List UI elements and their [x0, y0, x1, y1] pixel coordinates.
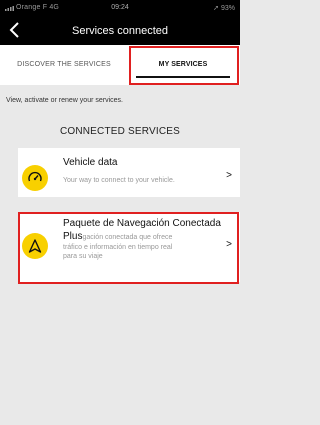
speedometer-icon — [28, 171, 42, 182]
status-time: 09:24 — [111, 4, 129, 11]
service-description-line1: gación conectada que ofrece — [82, 234, 173, 241]
tab-bar: DISCOVER THE SERVICES MY SERVICES — [0, 45, 240, 85]
battery-percent: 93% — [220, 5, 235, 12]
page-title: Services connected — [72, 25, 168, 37]
active-tab-indicator — [136, 76, 230, 78]
tab-my-services[interactable]: MY SERVICES — [128, 45, 238, 85]
service-card-navigation-plus[interactable]: Paquete de Navegación Conectada Plusgaci… — [18, 212, 240, 282]
status-bar: Orange F 4G 09:24 ➚ 93% — [0, 0, 240, 17]
tab-discover-services[interactable]: DISCOVER THE SERVICES — [0, 45, 128, 85]
service-name-line1: Paquete de Navegación Conectada — [63, 218, 221, 229]
location-arrow-icon: ➚ — [213, 5, 220, 12]
service-card-vehicle-data[interactable]: Vehicle data Your way to connect to your… — [18, 148, 240, 197]
service-name: Vehicle data — [63, 157, 118, 168]
section-title: CONNECTED SERVICES — [59, 126, 181, 137]
tab-my-services-label: MY SERVICES — [158, 61, 208, 68]
navigation-arrow-icon — [28, 239, 42, 253]
chevron-right-icon: > — [226, 239, 232, 250]
service-description-rest: tráfico e información en tiempo real par… — [63, 244, 173, 260]
chevron-right-icon: > — [226, 170, 232, 181]
nav-bar: Services connected — [0, 17, 240, 45]
service-name-plus: Plus — [63, 231, 83, 242]
service-description: Your way to connect to your vehicle. — [63, 177, 175, 184]
battery-indicator: ➚ 93% — [213, 4, 235, 12]
intro-text: View, activate or renew your services. — [6, 97, 123, 104]
service-name-line2: Plusgación conectada que ofrece — [63, 231, 172, 242]
speedometer-icon-badge — [22, 165, 48, 191]
navigation-icon-badge — [22, 233, 48, 259]
